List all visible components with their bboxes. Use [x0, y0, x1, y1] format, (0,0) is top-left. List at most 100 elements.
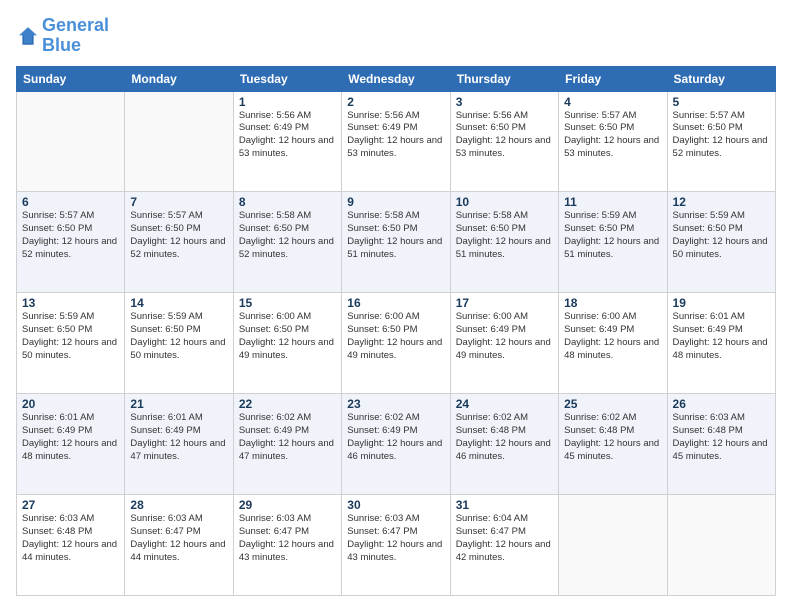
day-info: Sunrise: 6:00 AMSunset: 6:50 PMDaylight:… [347, 311, 444, 362]
calendar-cell: 2 Sunrise: 5:56 AMSunset: 6:49 PMDayligh… [342, 91, 450, 192]
calendar-cell: 6 Sunrise: 5:57 AMSunset: 6:50 PMDayligh… [17, 192, 125, 293]
day-number: 21 [130, 397, 227, 411]
calendar-week-row: 13 Sunrise: 5:59 AMSunset: 6:50 PMDaylig… [17, 293, 776, 394]
day-number: 12 [673, 195, 770, 209]
calendar-cell: 1 Sunrise: 5:56 AMSunset: 6:49 PMDayligh… [233, 91, 341, 192]
day-number: 11 [564, 195, 661, 209]
day-number: 23 [347, 397, 444, 411]
day-info: Sunrise: 6:04 AMSunset: 6:47 PMDaylight:… [456, 513, 553, 564]
calendar-cell: 24 Sunrise: 6:02 AMSunset: 6:48 PMDaylig… [450, 394, 558, 495]
calendar-cell [559, 495, 667, 596]
calendar-cell: 3 Sunrise: 5:56 AMSunset: 6:50 PMDayligh… [450, 91, 558, 192]
day-number: 27 [22, 498, 119, 512]
calendar-cell: 4 Sunrise: 5:57 AMSunset: 6:50 PMDayligh… [559, 91, 667, 192]
calendar-week-row: 27 Sunrise: 6:03 AMSunset: 6:48 PMDaylig… [17, 495, 776, 596]
calendar-cell: 17 Sunrise: 6:00 AMSunset: 6:49 PMDaylig… [450, 293, 558, 394]
calendar-cell [17, 91, 125, 192]
day-header-friday: Friday [559, 66, 667, 91]
calendar-cell: 7 Sunrise: 5:57 AMSunset: 6:50 PMDayligh… [125, 192, 233, 293]
calendar-cell: 26 Sunrise: 6:03 AMSunset: 6:48 PMDaylig… [667, 394, 775, 495]
logo-text: General Blue [42, 16, 109, 56]
calendar-cell: 12 Sunrise: 5:59 AMSunset: 6:50 PMDaylig… [667, 192, 775, 293]
day-number: 9 [347, 195, 444, 209]
day-info: Sunrise: 6:02 AMSunset: 6:49 PMDaylight:… [347, 412, 444, 463]
day-number: 26 [673, 397, 770, 411]
calendar-cell: 28 Sunrise: 6:03 AMSunset: 6:47 PMDaylig… [125, 495, 233, 596]
day-info: Sunrise: 6:03 AMSunset: 6:48 PMDaylight:… [22, 513, 119, 564]
day-info: Sunrise: 5:59 AMSunset: 6:50 PMDaylight:… [22, 311, 119, 362]
day-number: 25 [564, 397, 661, 411]
calendar-cell: 9 Sunrise: 5:58 AMSunset: 6:50 PMDayligh… [342, 192, 450, 293]
day-header-wednesday: Wednesday [342, 66, 450, 91]
day-number: 22 [239, 397, 336, 411]
day-number: 19 [673, 296, 770, 310]
day-header-saturday: Saturday [667, 66, 775, 91]
page: General Blue SundayMondayTuesdayWednesda… [0, 0, 792, 612]
day-info: Sunrise: 5:58 AMSunset: 6:50 PMDaylight:… [239, 210, 336, 261]
day-number: 7 [130, 195, 227, 209]
calendar-cell: 18 Sunrise: 6:00 AMSunset: 6:49 PMDaylig… [559, 293, 667, 394]
calendar-cell: 23 Sunrise: 6:02 AMSunset: 6:49 PMDaylig… [342, 394, 450, 495]
day-info: Sunrise: 6:03 AMSunset: 6:48 PMDaylight:… [673, 412, 770, 463]
calendar-cell: 31 Sunrise: 6:04 AMSunset: 6:47 PMDaylig… [450, 495, 558, 596]
day-info: Sunrise: 5:57 AMSunset: 6:50 PMDaylight:… [22, 210, 119, 261]
calendar-cell [125, 91, 233, 192]
day-info: Sunrise: 6:00 AMSunset: 6:49 PMDaylight:… [456, 311, 553, 362]
day-number: 31 [456, 498, 553, 512]
day-info: Sunrise: 5:57 AMSunset: 6:50 PMDaylight:… [673, 110, 770, 161]
day-header-sunday: Sunday [17, 66, 125, 91]
day-number: 18 [564, 296, 661, 310]
day-info: Sunrise: 5:57 AMSunset: 6:50 PMDaylight:… [564, 110, 661, 161]
logo: General Blue [16, 16, 109, 56]
day-info: Sunrise: 5:59 AMSunset: 6:50 PMDaylight:… [673, 210, 770, 261]
day-number: 16 [347, 296, 444, 310]
day-number: 1 [239, 95, 336, 109]
day-info: Sunrise: 6:02 AMSunset: 6:48 PMDaylight:… [564, 412, 661, 463]
calendar-cell: 25 Sunrise: 6:02 AMSunset: 6:48 PMDaylig… [559, 394, 667, 495]
calendar-cell: 16 Sunrise: 6:00 AMSunset: 6:50 PMDaylig… [342, 293, 450, 394]
day-number: 5 [673, 95, 770, 109]
day-number: 17 [456, 296, 553, 310]
day-info: Sunrise: 5:56 AMSunset: 6:49 PMDaylight:… [347, 110, 444, 161]
day-info: Sunrise: 5:59 AMSunset: 6:50 PMDaylight:… [564, 210, 661, 261]
calendar-week-row: 20 Sunrise: 6:01 AMSunset: 6:49 PMDaylig… [17, 394, 776, 495]
day-info: Sunrise: 5:56 AMSunset: 6:50 PMDaylight:… [456, 110, 553, 161]
day-number: 29 [239, 498, 336, 512]
calendar-cell: 29 Sunrise: 6:03 AMSunset: 6:47 PMDaylig… [233, 495, 341, 596]
day-number: 20 [22, 397, 119, 411]
day-info: Sunrise: 6:01 AMSunset: 6:49 PMDaylight:… [130, 412, 227, 463]
calendar-cell: 27 Sunrise: 6:03 AMSunset: 6:48 PMDaylig… [17, 495, 125, 596]
day-number: 10 [456, 195, 553, 209]
day-info: Sunrise: 6:02 AMSunset: 6:48 PMDaylight:… [456, 412, 553, 463]
calendar-cell: 13 Sunrise: 5:59 AMSunset: 6:50 PMDaylig… [17, 293, 125, 394]
day-header-thursday: Thursday [450, 66, 558, 91]
calendar-cell: 10 Sunrise: 5:58 AMSunset: 6:50 PMDaylig… [450, 192, 558, 293]
calendar-cell: 11 Sunrise: 5:59 AMSunset: 6:50 PMDaylig… [559, 192, 667, 293]
day-number: 24 [456, 397, 553, 411]
calendar-week-row: 6 Sunrise: 5:57 AMSunset: 6:50 PMDayligh… [17, 192, 776, 293]
day-info: Sunrise: 6:00 AMSunset: 6:49 PMDaylight:… [564, 311, 661, 362]
day-info: Sunrise: 6:03 AMSunset: 6:47 PMDaylight:… [130, 513, 227, 564]
day-info: Sunrise: 5:58 AMSunset: 6:50 PMDaylight:… [347, 210, 444, 261]
day-header-monday: Monday [125, 66, 233, 91]
calendar-cell: 20 Sunrise: 6:01 AMSunset: 6:49 PMDaylig… [17, 394, 125, 495]
day-number: 14 [130, 296, 227, 310]
day-info: Sunrise: 6:01 AMSunset: 6:49 PMDaylight:… [22, 412, 119, 463]
calendar-week-row: 1 Sunrise: 5:56 AMSunset: 6:49 PMDayligh… [17, 91, 776, 192]
day-number: 28 [130, 498, 227, 512]
day-info: Sunrise: 5:58 AMSunset: 6:50 PMDaylight:… [456, 210, 553, 261]
calendar-cell: 22 Sunrise: 6:02 AMSunset: 6:49 PMDaylig… [233, 394, 341, 495]
day-info: Sunrise: 6:03 AMSunset: 6:47 PMDaylight:… [347, 513, 444, 564]
calendar-table: SundayMondayTuesdayWednesdayThursdayFrid… [16, 66, 776, 596]
day-info: Sunrise: 6:02 AMSunset: 6:49 PMDaylight:… [239, 412, 336, 463]
calendar-cell: 15 Sunrise: 6:00 AMSunset: 6:50 PMDaylig… [233, 293, 341, 394]
logo-icon [16, 24, 40, 48]
day-info: Sunrise: 6:03 AMSunset: 6:47 PMDaylight:… [239, 513, 336, 564]
calendar-cell: 5 Sunrise: 5:57 AMSunset: 6:50 PMDayligh… [667, 91, 775, 192]
day-info: Sunrise: 5:57 AMSunset: 6:50 PMDaylight:… [130, 210, 227, 261]
calendar-cell: 21 Sunrise: 6:01 AMSunset: 6:49 PMDaylig… [125, 394, 233, 495]
day-info: Sunrise: 5:59 AMSunset: 6:50 PMDaylight:… [130, 311, 227, 362]
day-number: 4 [564, 95, 661, 109]
day-number: 15 [239, 296, 336, 310]
day-number: 13 [22, 296, 119, 310]
